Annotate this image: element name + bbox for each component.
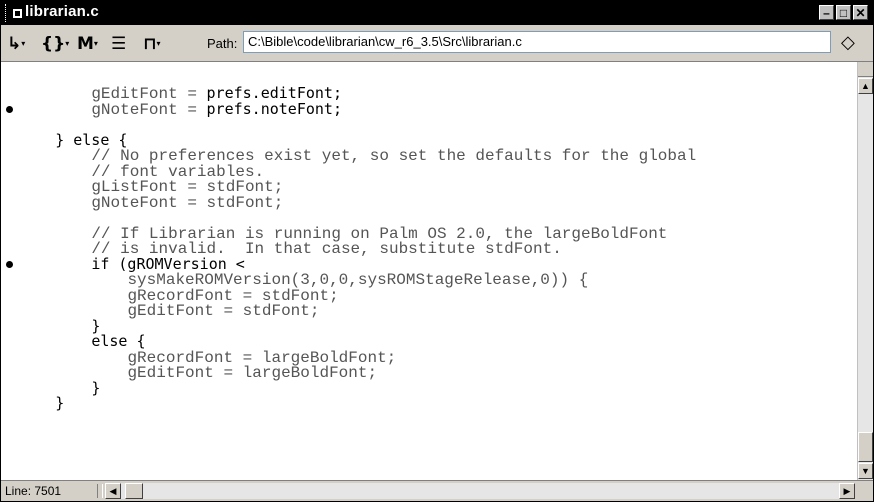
code-line[interactable] (1, 210, 696, 226)
code-line[interactable]: gNoteFont = stdFont; (1, 195, 696, 211)
code-line[interactable]: } else { (1, 132, 696, 149)
code-line[interactable]: } (1, 394, 696, 412)
scroll-left-button[interactable]: ◀ (105, 483, 121, 499)
vertical-scrollbar[interactable]: ▲ ▼ (857, 62, 873, 480)
lock-menu-icon[interactable]: ⊓▾ (143, 34, 161, 54)
code-keyword-segment: prefs.noteFont; (206, 99, 342, 118)
scroll-right-button[interactable]: ▶ (839, 483, 855, 499)
code-keyword-segment: } (91, 378, 101, 397)
code-line[interactable]: gEditFont = largeBoldFont; (1, 365, 696, 381)
scroll-down-button[interactable]: ▼ (858, 463, 873, 479)
code-line[interactable]: gListFont = stdFont; (1, 179, 696, 195)
code-segment: gNoteFont = stdFont; (91, 193, 284, 212)
path-label: Path: (207, 36, 238, 51)
editor-window: librarian.c – □ ✕ ↳▾ {}▾ M▾ ☰ ⊓▾ Path: C… (0, 0, 874, 502)
code-line[interactable]: gEditFont = prefs.editFont; (1, 85, 696, 102)
window-title: librarian.c (25, 3, 99, 20)
status-bar: Line: 7501 ◀ ▶ (1, 480, 873, 501)
code-segment: gEditFont = largeBoldFont; (127, 364, 378, 382)
brace-menu-icon[interactable]: {}▾ (41, 34, 69, 54)
code-segment: gEditFont = stdFont; (127, 302, 320, 320)
code-line[interactable]: // If Librarian is running on Palm OS 2.… (1, 226, 696, 242)
code-line[interactable]: // font variables. (1, 164, 696, 180)
toolbar: ↳▾ {}▾ M▾ ☰ ⊓▾ Path: C:\Bible\code\libra… (1, 25, 873, 62)
title-grip (5, 4, 9, 22)
marker-menu-icon[interactable]: M▾ (77, 34, 98, 54)
code-segment: gNoteFont = (91, 100, 207, 119)
code-line[interactable]: // No preferences exist yet, so set the … (1, 148, 696, 164)
function-menu-icon[interactable]: ↳▾ (7, 34, 25, 54)
scroll-up-button[interactable]: ▲ (858, 78, 873, 94)
code-editor[interactable]: gEditFont = prefs.editFont; gNoteFont = … (1, 62, 857, 480)
path-field[interactable]: C:\Bible\code\librarian\cw_r6_3.5\Src\li… (243, 31, 831, 53)
document-menu-icon[interactable]: ☰ (111, 34, 126, 54)
code-keyword-segment: } (55, 394, 65, 412)
horizontal-splitter[interactable] (97, 484, 103, 498)
window-icon[interactable] (13, 9, 22, 18)
horizontal-scroll-thumb[interactable] (125, 483, 143, 499)
horizontal-scroll-track[interactable] (105, 483, 841, 499)
vertical-scroll-thumb[interactable] (858, 432, 873, 462)
line-number: Line: 7501 (5, 484, 62, 498)
maximize-button[interactable]: □ (836, 5, 851, 20)
minimize-button[interactable]: – (819, 5, 834, 20)
code-line[interactable]: gEditFont = stdFont; (1, 303, 696, 319)
options-diamond-icon[interactable]: ◇ (841, 33, 861, 53)
code-text[interactable]: gEditFont = prefs.editFont; gNoteFont = … (1, 85, 696, 412)
code-line[interactable]: gNoteFont = prefs.noteFont; (1, 99, 696, 119)
title-bar[interactable]: librarian.c – □ ✕ (1, 1, 873, 25)
pane-splitter[interactable] (858, 62, 873, 77)
close-button[interactable]: ✕ (853, 5, 868, 20)
code-line[interactable]: } (1, 378, 696, 397)
